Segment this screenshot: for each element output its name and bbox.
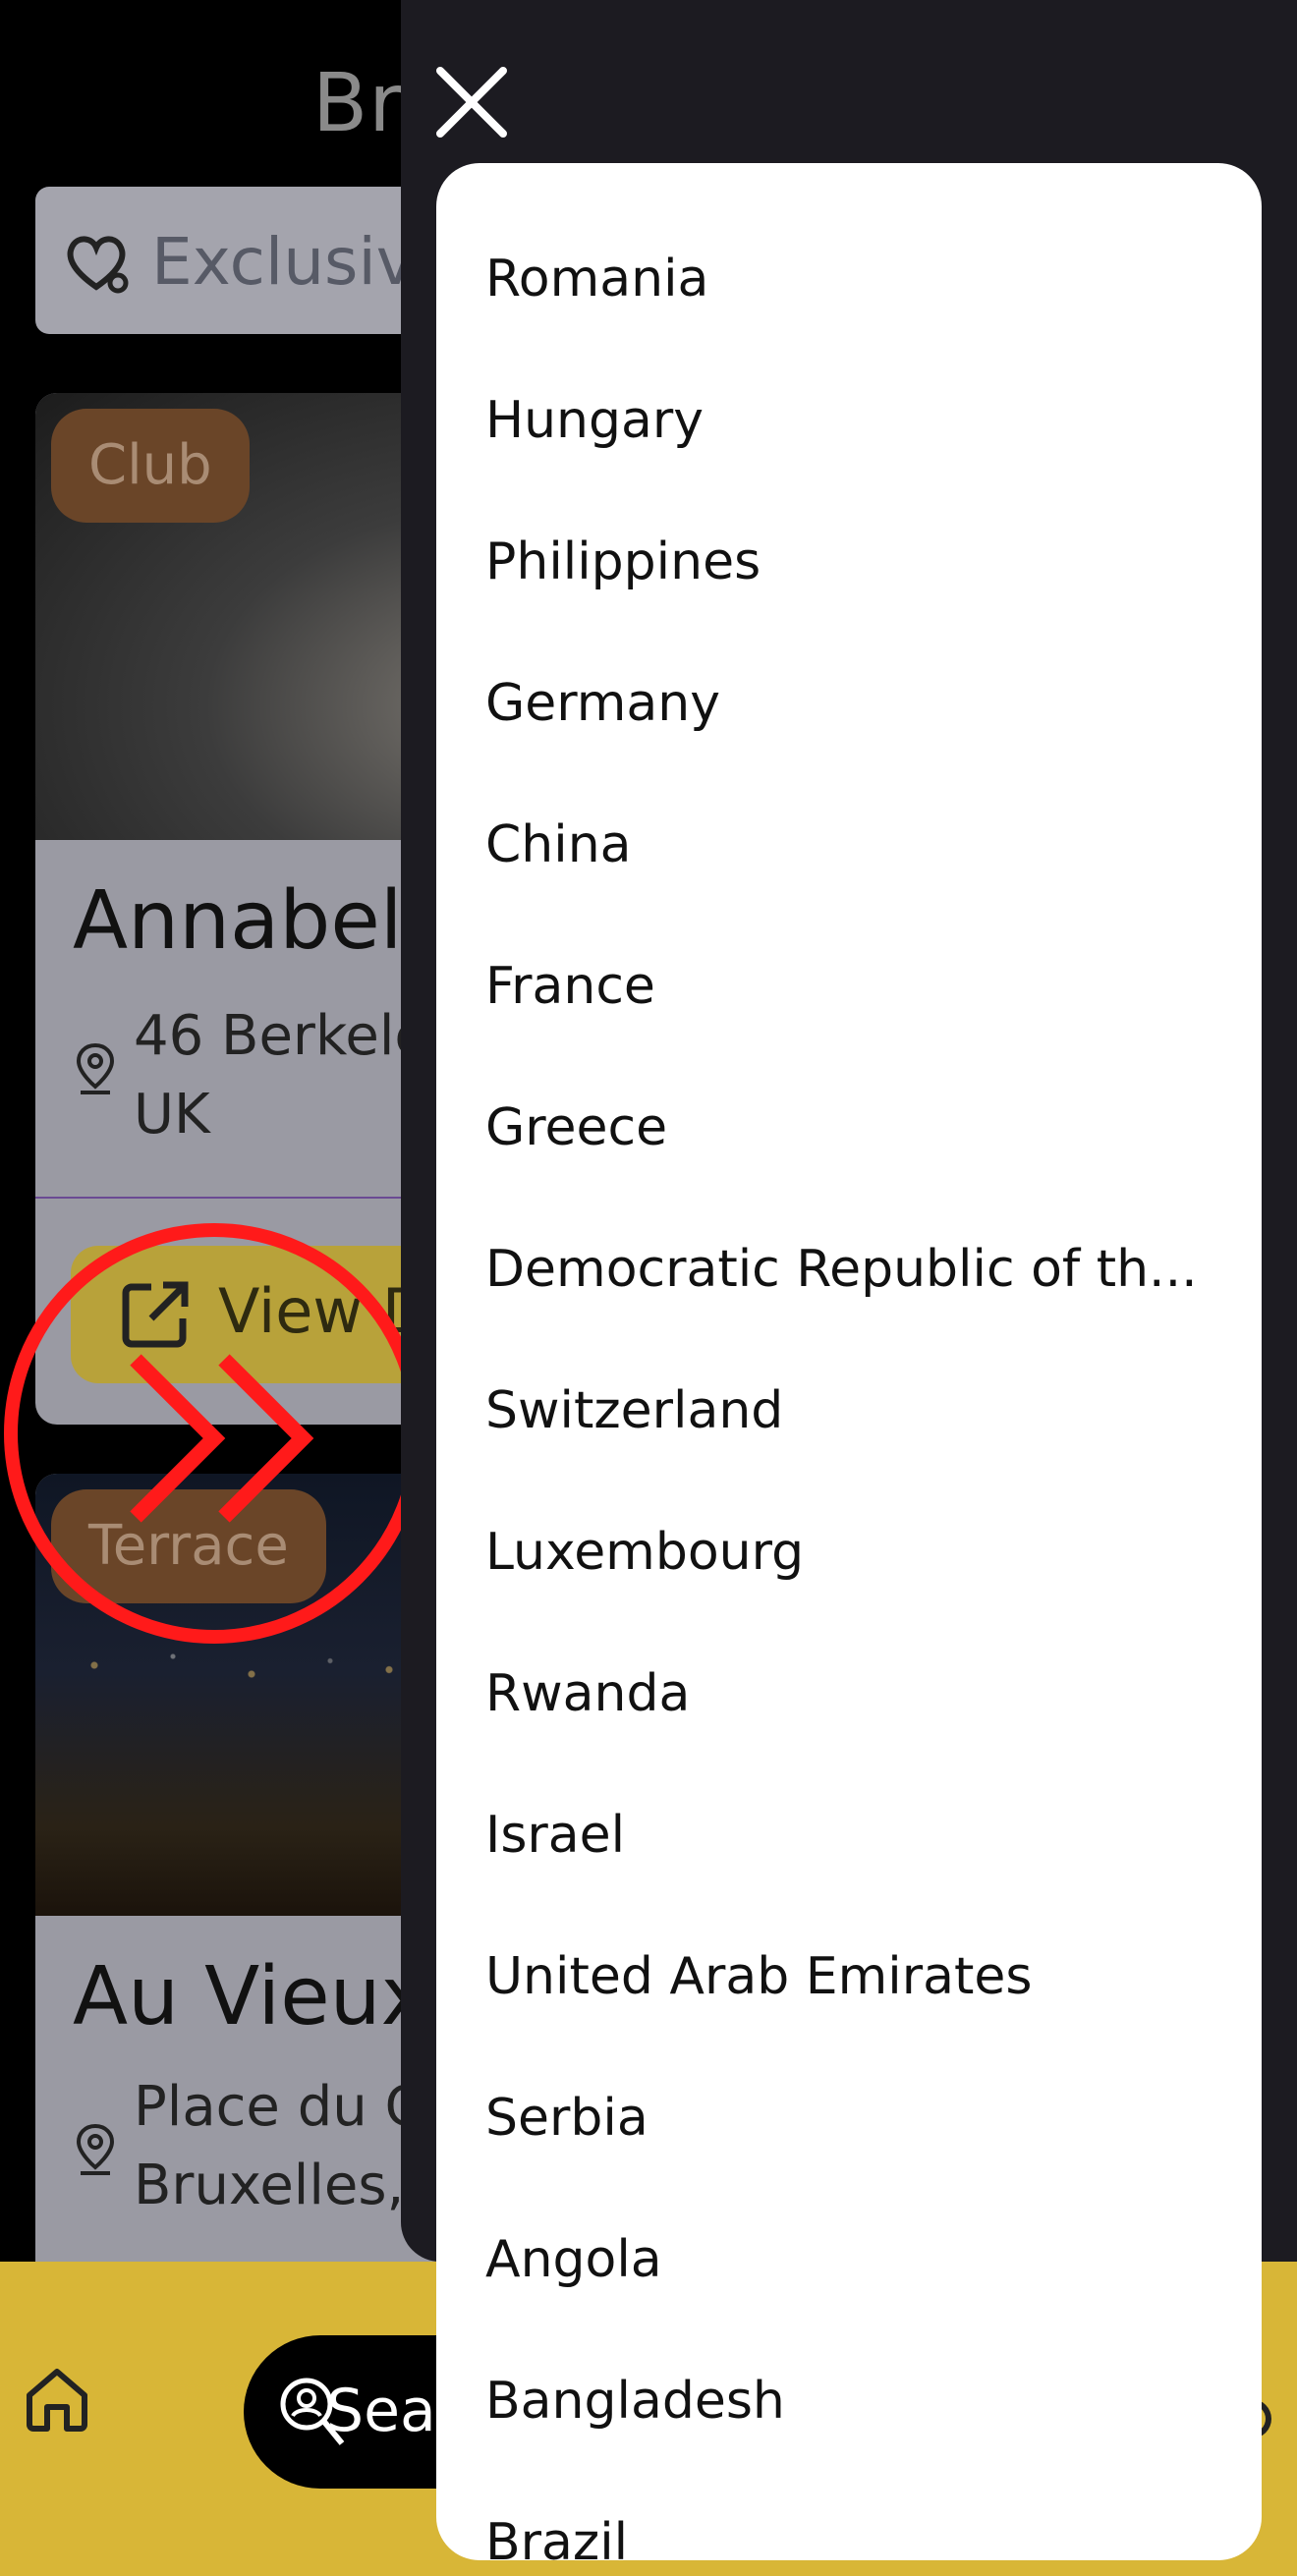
- country-option[interactable]: Democratic Republic of th...: [485, 1199, 1232, 1340]
- close-icon[interactable]: [430, 61, 513, 143]
- country-option[interactable]: Greece: [485, 1057, 1232, 1199]
- country-option[interactable]: Brazil: [485, 2472, 1232, 2560]
- home-icon[interactable]: [22, 2364, 92, 2435]
- swipe-gesture-indicator: [4, 1223, 424, 1644]
- search-tab-label: Sea: [326, 2377, 436, 2445]
- country-list[interactable]: Romania Hungary Philippines Germany China Fra…: [436, 163, 1262, 2560]
- venue-name: Au Vieux: [73, 1950, 429, 2044]
- country-option[interactable]: Serbia: [485, 2047, 1232, 2189]
- country-option[interactable]: Switzerland: [485, 1340, 1232, 1482]
- venue-address: Place du C Bruxelles,: [134, 2068, 423, 2225]
- address-line-1: Place du C: [134, 2075, 423, 2139]
- country-option[interactable]: Rwanda: [485, 1623, 1232, 1764]
- country-option[interactable]: Israel: [485, 1764, 1232, 1906]
- address-line-2: UK: [134, 1083, 210, 1147]
- venue-address: 46 Berkele UK: [134, 997, 428, 1154]
- country-option[interactable]: Bangladesh: [485, 2330, 1232, 2472]
- country-option[interactable]: Germany: [485, 633, 1232, 774]
- address-line-1: 46 Berkele: [134, 1004, 428, 1068]
- venue-name: Annabel: [73, 874, 403, 968]
- double-chevron-right-icon: [130, 1354, 314, 1523]
- country-option[interactable]: France: [485, 916, 1232, 1057]
- country-option[interactable]: Romania: [485, 208, 1232, 350]
- location-pin-icon: [76, 2123, 115, 2175]
- category-tag: Club: [51, 409, 250, 523]
- location-pin-icon: [76, 1042, 115, 1094]
- country-option[interactable]: China: [485, 774, 1232, 916]
- country-option[interactable]: Angola: [485, 2189, 1232, 2330]
- country-option[interactable]: Hungary: [485, 350, 1232, 491]
- address-line-2: Bruxelles,: [134, 2154, 405, 2217]
- heart-sparkle-icon: [67, 236, 129, 294]
- country-option[interactable]: Philippines: [485, 491, 1232, 633]
- country-option[interactable]: United Arab Emirates: [485, 1906, 1232, 2047]
- country-option[interactable]: Luxembourg: [485, 1482, 1232, 1623]
